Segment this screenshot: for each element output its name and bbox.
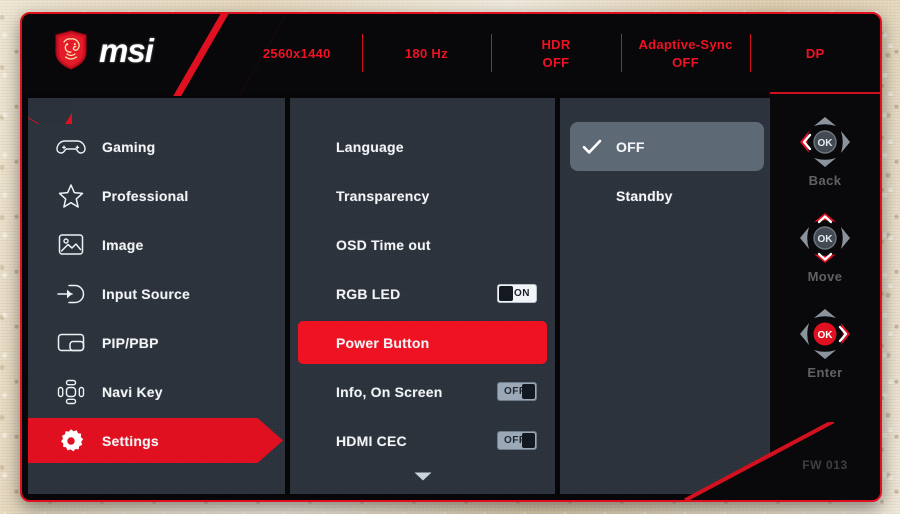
- header-status-bar: 2560x1440 180 Hz HDR OFF Adaptive-Sync O…: [232, 14, 880, 92]
- rgb-led-toggle[interactable]: ON: [497, 284, 537, 303]
- menu-item-label: RGB LED: [336, 285, 401, 302]
- menu-item-label: OSD Time out: [336, 236, 431, 253]
- header-status-label: HDR: [541, 36, 571, 52]
- pip-pbp-icon: [54, 328, 88, 358]
- option-item-label: OFF: [616, 138, 645, 155]
- header-status-adaptive-sync: Adaptive-Sync OFF: [620, 14, 751, 92]
- option-values-panel: OFF Standby: [560, 98, 774, 494]
- chevron-down-icon: [413, 471, 433, 482]
- sidebar-item-label: Navi Key: [102, 383, 163, 400]
- firmware-version: FW 013: [802, 458, 848, 472]
- svg-text:OK: OK: [818, 138, 834, 149]
- menu-item-language[interactable]: Language: [290, 122, 555, 171]
- header-status-value: OFF: [542, 54, 570, 70]
- hdmi-cec-toggle[interactable]: OFF: [497, 431, 537, 450]
- dpad-updown-icon: OK: [797, 210, 853, 266]
- nav-hint-enter[interactable]: OK Enter: [770, 306, 880, 380]
- sidebar-item-label: Professional: [102, 187, 189, 204]
- settings-menu-panel: Language Transparency OSD Time out RGB L…: [290, 98, 555, 494]
- nav-hint-label: Move: [807, 269, 843, 284]
- menu-item-info-on-screen[interactable]: Info, On Screen OFF: [290, 367, 555, 416]
- dpad-left-icon: OK: [797, 114, 853, 170]
- sidebar-item-gaming[interactable]: Gaming: [28, 122, 285, 171]
- nav-hint-back[interactable]: OK Back: [770, 114, 880, 188]
- nav-hint-move[interactable]: OK Move: [770, 210, 880, 284]
- header-status-resolution: 2560x1440: [232, 14, 362, 92]
- gear-icon: [54, 426, 88, 456]
- menu-item-osd-time-out[interactable]: OSD Time out: [290, 220, 555, 269]
- msi-dragon-shield-icon: [54, 30, 88, 70]
- header-status-value: OFF: [672, 54, 700, 70]
- option-item-standby[interactable]: Standby: [570, 171, 764, 220]
- checkmark-placeholder-icon: [582, 186, 602, 206]
- menu-item-power-button[interactable]: Power Button: [290, 318, 555, 367]
- menu-item-label: HDMI CEC: [336, 432, 407, 449]
- sidebar-item-label: PIP/PBP: [102, 334, 159, 351]
- sidebar-item-label: Image: [102, 236, 144, 253]
- checkmark-icon: [582, 137, 602, 157]
- menu-item-label: Power Button: [336, 334, 430, 351]
- header-status-input: DP: [750, 14, 880, 92]
- input-arrow-icon: [54, 279, 88, 309]
- info-on-screen-toggle[interactable]: OFF: [497, 382, 537, 401]
- msi-logo: msi: [54, 30, 154, 70]
- sidebar-item-label: Gaming: [102, 138, 156, 155]
- menu-item-label: Transparency: [336, 187, 430, 204]
- sidebar-item-navi-key[interactable]: Navi Key: [28, 367, 285, 416]
- sidebar-item-input-source[interactable]: Input Source: [28, 269, 285, 318]
- sidebar-item-pip-pbp[interactable]: PIP/PBP: [28, 318, 285, 367]
- menu-item-label: Language: [336, 138, 404, 155]
- nav-divider-line: [770, 92, 880, 94]
- option-item-label: Standby: [616, 187, 673, 204]
- nav-hint-label: Back: [808, 173, 842, 188]
- menu-item-rgb-led[interactable]: RGB LED ON: [290, 269, 555, 318]
- settings-menu-list: Language Transparency OSD Time out RGB L…: [290, 122, 555, 465]
- osd-window: msi 2560x1440 180 Hz HDR OFF Adaptive-Sy…: [20, 12, 882, 502]
- svg-text:OK: OK: [818, 330, 834, 341]
- sidebar-item-label: Settings: [102, 432, 159, 449]
- option-values-list: OFF Standby: [560, 122, 774, 220]
- sidebar-item-label: Input Source: [102, 285, 190, 302]
- sidebar-panel: Gaming Professional Image Input Source P…: [28, 98, 285, 494]
- sidebar-menu: Gaming Professional Image Input Source P…: [28, 122, 285, 465]
- msi-wordmark: msi: [99, 31, 154, 69]
- sidebar-item-settings[interactable]: Settings: [28, 416, 285, 465]
- header-status-label: DP: [805, 45, 825, 61]
- menu-scroll-down-button[interactable]: [290, 471, 555, 482]
- sidebar-item-image[interactable]: Image: [28, 220, 285, 269]
- svg-text:OK: OK: [818, 234, 834, 245]
- gamepad-icon: [54, 132, 88, 162]
- header-status-refresh-rate: 180 Hz: [361, 14, 492, 92]
- star-icon: [54, 181, 88, 211]
- dpad-ok-icon: OK: [797, 306, 853, 362]
- option-item-off[interactable]: OFF: [570, 122, 764, 171]
- osd-body: Gaming Professional Image Input Source P…: [22, 92, 880, 500]
- header-status-label: 180 Hz: [404, 45, 448, 61]
- menu-item-label: Info, On Screen: [336, 383, 443, 400]
- nav-hint-label: Enter: [807, 365, 843, 380]
- menu-item-transparency[interactable]: Transparency: [290, 171, 555, 220]
- navi-key-icon: [54, 377, 88, 407]
- sidebar-corner-accent: [28, 98, 72, 124]
- picture-icon: [54, 230, 88, 260]
- navigation-hint-panel: OK Back OK Move OK Enter FW 013: [684, 92, 880, 500]
- header-status-label: 2560x1440: [262, 45, 331, 61]
- header-status-label: Adaptive-Sync: [638, 36, 733, 52]
- sidebar-item-professional[interactable]: Professional: [28, 171, 285, 220]
- osd-header: msi 2560x1440 180 Hz HDR OFF Adaptive-Sy…: [22, 14, 880, 96]
- header-status-hdr: HDR OFF: [491, 14, 621, 92]
- menu-item-hdmi-cec[interactable]: HDMI CEC OFF: [290, 416, 555, 465]
